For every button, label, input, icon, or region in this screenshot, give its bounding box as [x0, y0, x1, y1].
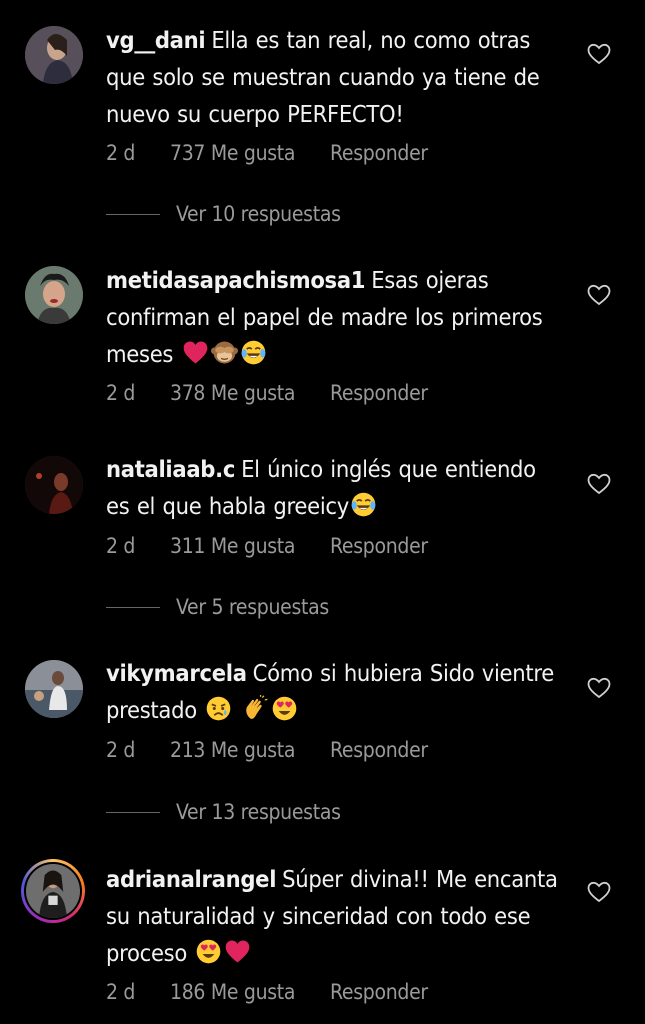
view-replies-label[interactable]: Ver 10 respuestas — [176, 202, 341, 226]
comment-text: vikymarcela Cómo si hubiera Sido vientre … — [106, 655, 566, 729]
timestamp: 2 d — [106, 738, 136, 762]
reply-button[interactable]: Responder — [330, 980, 428, 1004]
comment-meta: 2 d 213 Me gusta Responder — [106, 738, 428, 762]
replies-divider — [106, 213, 160, 215]
comment-meta: 2 d 186 Me gusta Responder — [106, 980, 428, 1004]
heart-eyes-icon — [271, 695, 298, 722]
tears-of-joy-icon — [350, 491, 377, 518]
username[interactable]: vikymarcela — [106, 659, 247, 687]
view-replies[interactable]: Ver 13 respuestas — [106, 800, 341, 824]
clapping-hands-icon — [242, 695, 269, 722]
heart-outline-icon[interactable] — [587, 284, 611, 306]
timestamp: 2 d — [106, 980, 136, 1004]
username[interactable]: nataliaab.c — [106, 455, 235, 483]
timestamp: 2 d — [106, 381, 136, 405]
likes-count[interactable]: 378 Me gusta — [170, 381, 330, 405]
reply-button[interactable]: Responder — [330, 381, 428, 405]
red-heart-icon — [224, 938, 251, 965]
view-replies[interactable]: Ver 5 respuestas — [106, 595, 329, 619]
comment-text: nataliaab.c El único inglés que entiendo … — [106, 451, 566, 525]
comment-text: metidasapachismosa1 Esas ojeras confirman… — [106, 262, 566, 373]
heart-outline-icon[interactable] — [587, 677, 611, 699]
likes-count[interactable]: 311 Me gusta — [170, 534, 330, 558]
username[interactable]: adrianalrangel — [106, 865, 276, 893]
timestamp: 2 d — [106, 141, 136, 165]
comment-meta: 2 d 737 Me gusta Responder — [106, 141, 428, 165]
replies-divider — [106, 606, 160, 608]
replies-divider — [106, 811, 160, 813]
likes-count[interactable]: 186 Me gusta — [170, 980, 330, 1004]
see-no-evil-monkey-icon — [211, 339, 238, 366]
avatar[interactable] — [25, 660, 83, 718]
avatar[interactable] — [25, 266, 83, 324]
avatar — [24, 862, 82, 920]
avatar[interactable] — [25, 456, 83, 514]
likes-count[interactable]: 737 Me gusta — [170, 141, 330, 165]
view-replies[interactable]: Ver 10 respuestas — [106, 202, 341, 226]
view-replies-label[interactable]: Ver 5 respuestas — [176, 595, 329, 619]
red-heart-icon — [182, 339, 209, 366]
avatar-story-ring[interactable] — [21, 859, 85, 923]
view-replies-label[interactable]: Ver 13 respuestas — [176, 800, 341, 824]
comment-meta: 2 d 378 Me gusta Responder — [106, 381, 428, 405]
heart-outline-icon[interactable] — [587, 881, 611, 903]
comment-text: adrianalrangel Súper divina!! Me encanta … — [106, 861, 566, 972]
reply-button[interactable]: Responder — [330, 534, 428, 558]
heart-outline-icon[interactable] — [587, 473, 611, 495]
timestamp: 2 d — [106, 534, 136, 558]
username[interactable]: vg__dani — [106, 26, 206, 54]
username[interactable]: metidasapachismosa1 — [106, 266, 366, 294]
likes-count[interactable]: 213 Me gusta — [170, 738, 330, 762]
heart-outline-icon[interactable] — [587, 43, 611, 65]
avatar[interactable] — [25, 26, 83, 84]
comment-text: vg__dani Ella es tan real, no como otras … — [106, 22, 566, 133]
reply-button[interactable]: Responder — [330, 141, 428, 165]
sad-but-relieved-icon — [205, 695, 232, 722]
reply-button[interactable]: Responder — [330, 738, 428, 762]
heart-eyes-icon — [195, 938, 222, 965]
comment-meta: 2 d 311 Me gusta Responder — [106, 534, 428, 558]
tears-of-joy-icon — [240, 339, 267, 366]
